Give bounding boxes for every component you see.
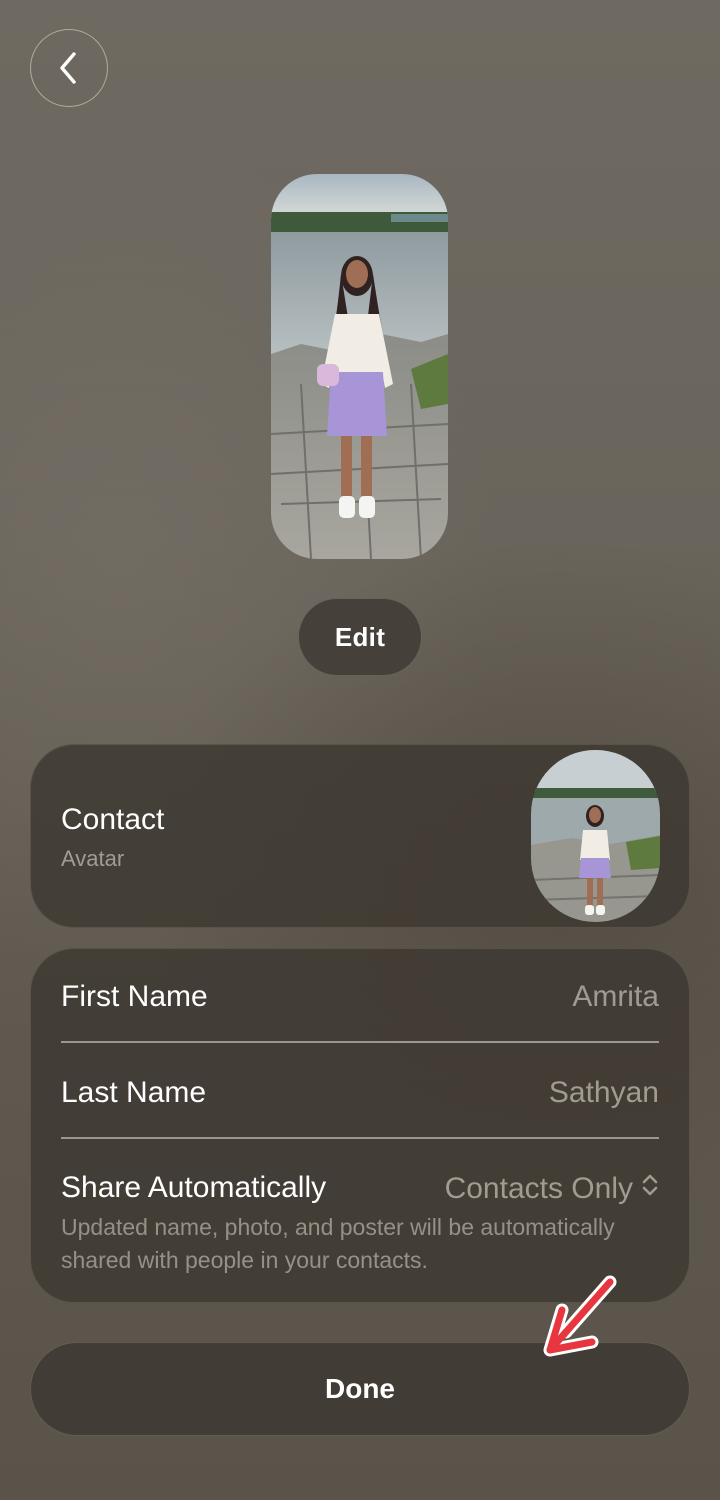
last-name-field[interactable]: Sathyan — [549, 1076, 659, 1110]
avatar-photo — [531, 750, 660, 922]
last-name-label: Last Name — [61, 1076, 207, 1109]
contact-title: Contact — [61, 803, 165, 836]
back-button[interactable] — [30, 29, 108, 107]
contact-subtitle: Avatar — [61, 846, 125, 871]
contact-avatar-image[interactable] — [531, 750, 660, 922]
contact-avatar-card[interactable]: Contact Avatar — [30, 744, 690, 928]
contact-info-card: First Name Amrita Last Name Sathyan Shar… — [30, 948, 690, 1303]
share-setting-dropdown[interactable]: Contacts Only — [445, 1171, 659, 1207]
chevron-left-icon — [54, 48, 84, 88]
first-name-field[interactable]: Amrita — [572, 980, 659, 1014]
share-description: Updated name, photo, and poster will be … — [61, 1214, 615, 1273]
share-automatically-label: Share Automatically — [61, 1171, 327, 1204]
divider — [61, 1137, 659, 1139]
poster-photo — [271, 174, 448, 559]
first-name-label: First Name — [61, 980, 208, 1013]
edit-button[interactable]: Edit — [298, 598, 422, 676]
done-button[interactable]: Done — [30, 1342, 690, 1436]
contact-poster-image[interactable] — [271, 174, 448, 559]
share-setting-value: Contacts Only — [444, 1172, 633, 1205]
divider — [61, 1041, 659, 1043]
chevron-up-down-icon — [641, 1171, 659, 1207]
